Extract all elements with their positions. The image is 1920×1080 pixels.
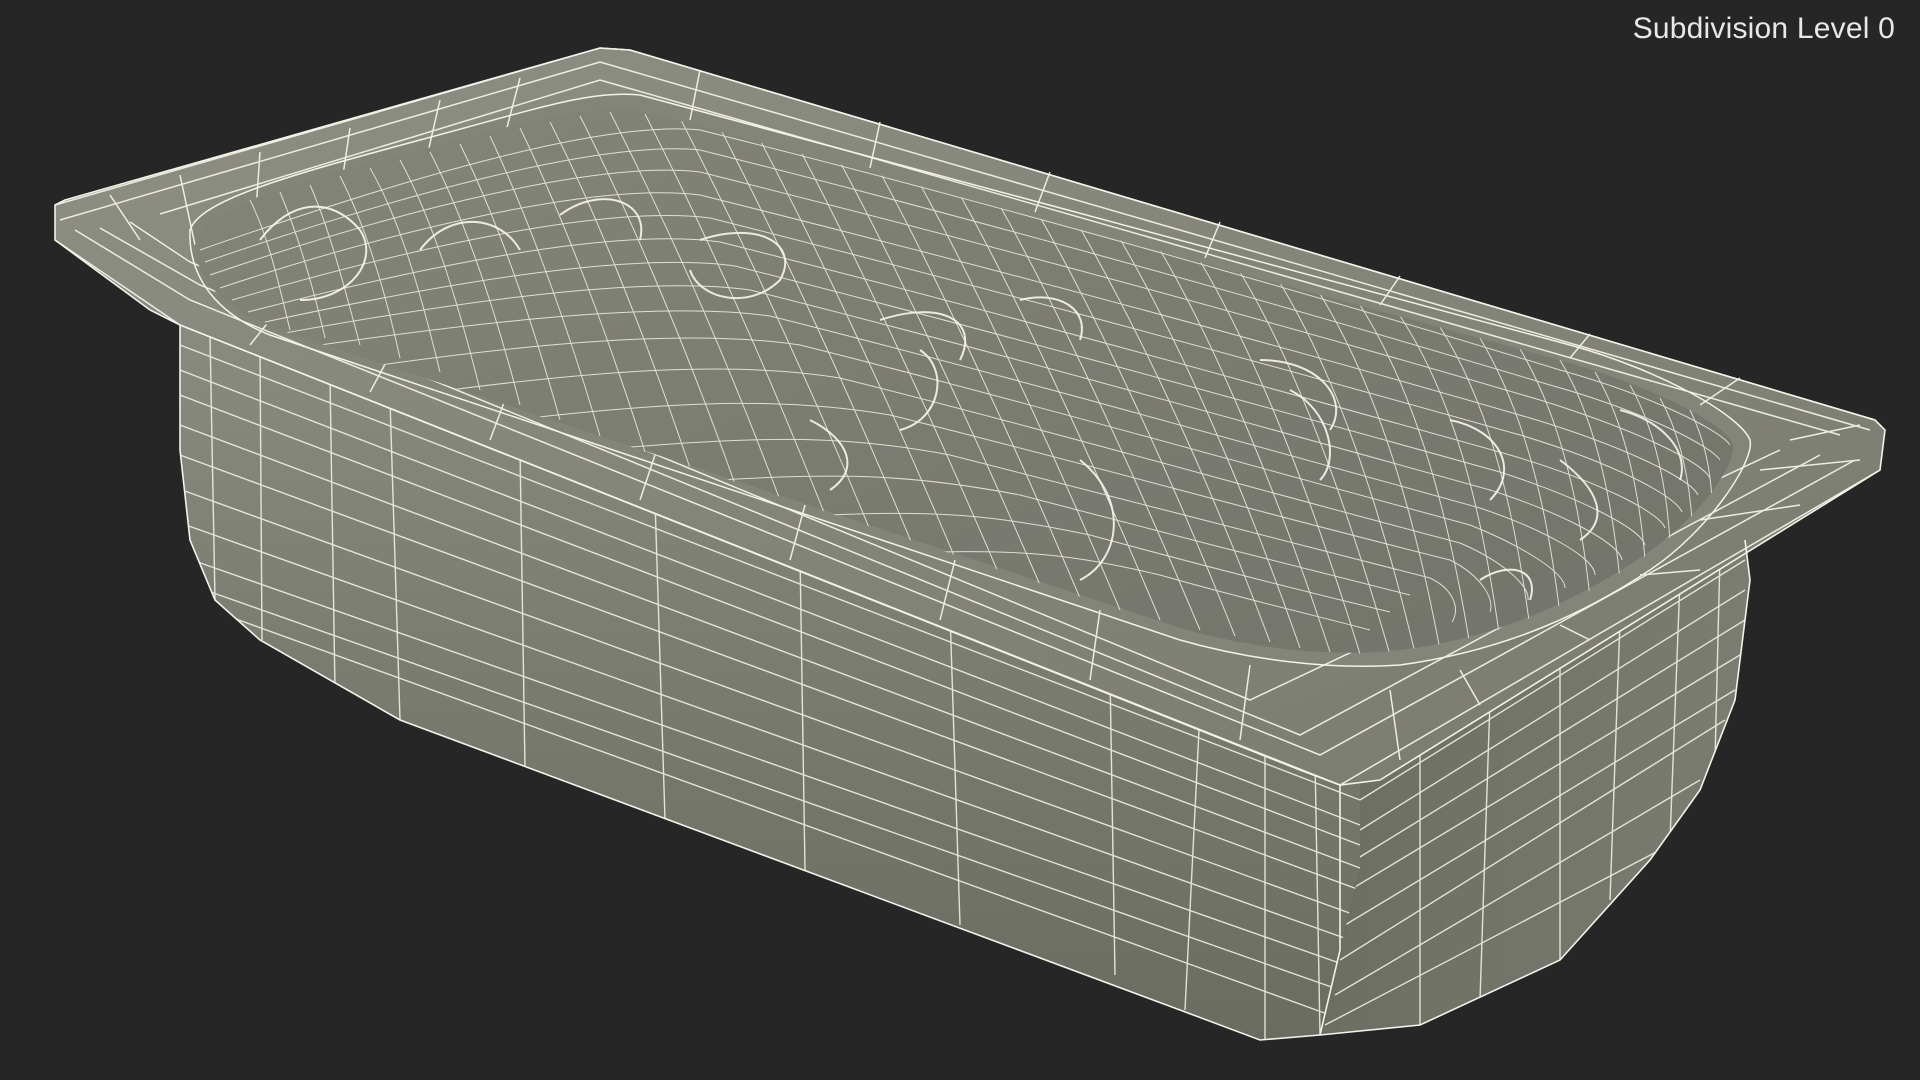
subdivision-level-label: Subdivision Level 0 — [1632, 12, 1895, 45]
render-viewport: Subdivision Level 0 — [0, 0, 1920, 1080]
tub-wireframe-render — [54, 47, 1886, 1041]
